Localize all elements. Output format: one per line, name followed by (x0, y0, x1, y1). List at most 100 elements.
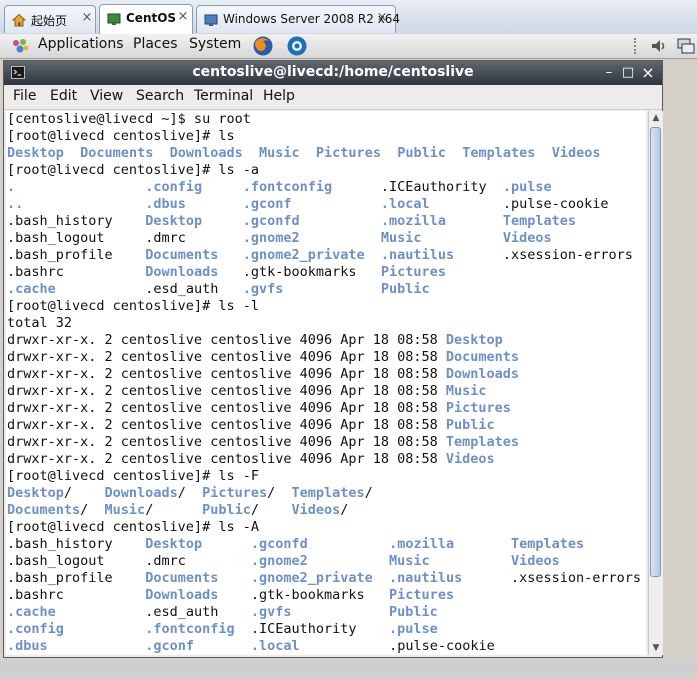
terminal-text: .bash_history (7, 536, 113, 552)
close-button[interactable]: × (639, 64, 657, 82)
terminal-text: .gtk-bookmarks (242, 264, 357, 280)
directory-entry: Pictures (315, 145, 381, 161)
minimize-button[interactable]: – (600, 64, 618, 82)
tab-label: Windows Server 2008 R2 x64 (223, 12, 401, 26)
directory-entry: .gnome2_private (242, 247, 365, 263)
network-icon[interactable] (676, 37, 696, 55)
scroll-up-arrow-icon[interactable]: ▲ (649, 111, 663, 125)
directory-entry: Pictures (202, 485, 268, 501)
terminal-text: / (63, 485, 105, 501)
system-menu[interactable]: System (189, 36, 241, 52)
tab-label: 起始页 (31, 14, 68, 28)
gnome-foot-icon (13, 39, 29, 53)
terminal-text: .bash_logout (7, 553, 105, 569)
tab-start-page[interactable]: 起始页 × (4, 5, 96, 33)
terminal-text: .ICEauthority (380, 179, 487, 195)
directory-entry: Public (389, 604, 438, 620)
directory-entry: Videos (291, 502, 341, 518)
terminal-text: drwxr-xr-x. 2 centoslive centoslive 4096… (7, 349, 446, 365)
terminal-text: .bash_logout (7, 230, 105, 246)
directory-entry: Pictures (389, 587, 455, 603)
vertical-scrollbar[interactable]: ▲ ▼ (648, 111, 663, 655)
menu-terminal[interactable]: Terminal (194, 88, 253, 104)
directory-entry: Public (202, 502, 251, 518)
terminal-line: total 32 (7, 315, 641, 332)
directory-entry: Public (445, 417, 495, 433)
window-titlebar[interactable]: centoslive@livecd:/home/centoslive – □ × (4, 61, 662, 85)
terminal-line: drwxr-xr-x. 2 centoslive centoslive 4096… (7, 332, 641, 349)
terminal-line: drwxr-xr-x. 2 centoslive centoslive 4096… (7, 417, 641, 434)
directory-entry: Documents (445, 349, 520, 365)
directory-entry: .local (380, 196, 430, 212)
firefox-icon[interactable] (252, 35, 274, 57)
terminal-text: .pulse-cookie (502, 196, 609, 212)
tab-windows-server[interactable]: Windows Server 2008 R2 x64 × (196, 5, 400, 33)
terminal-text: .esd_auth (145, 281, 219, 297)
directory-entry: Music (104, 502, 146, 518)
applications-menu[interactable]: Applications (38, 36, 124, 52)
menu-search[interactable]: Search (136, 88, 184, 104)
terminal-text: drwxr-xr-x. 2 centoslive centoslive 4096… (7, 417, 446, 433)
terminal-text: [root@livecd centoslive]# ls -A (7, 519, 259, 535)
places-menu[interactable]: Places (133, 36, 178, 52)
directory-entry: .dbus (7, 638, 48, 654)
directory-entry: Music (259, 145, 300, 161)
terminal-text: / (177, 485, 203, 501)
terminal-line: [root@livecd centoslive]# ls (7, 128, 641, 145)
terminal-line: .config .fontconfig .ICEauthority .pulse (7, 621, 641, 638)
tab-close-icon[interactable]: × (80, 11, 94, 25)
tab-centos[interactable]: CentOS × (99, 4, 193, 34)
tab-close-icon[interactable]: × (176, 10, 190, 24)
scroll-down-arrow-icon[interactable]: ▼ (649, 641, 663, 655)
maximize-button[interactable]: □ (619, 64, 637, 82)
menu-view[interactable]: View (90, 88, 123, 104)
directory-entry: .fontconfig (145, 621, 235, 637)
directory-entry: Videos (551, 145, 601, 161)
directory-entry: .nautilus (389, 570, 463, 586)
directory-entry: Desktop (445, 332, 503, 348)
terminal-line: drwxr-xr-x. 2 centoslive centoslive 4096… (7, 451, 641, 468)
menu-help[interactable]: Help (263, 88, 295, 104)
volume-icon[interactable] (650, 37, 668, 55)
directory-entry: Templates (291, 485, 365, 501)
directory-entry: Pictures (445, 400, 511, 416)
terminal-line: [centoslive@livecd ~]$ su root (7, 111, 641, 128)
menu-file[interactable]: File (13, 88, 36, 104)
terminal-line: .bashrc Downloads .gtk-bookmarks Picture… (7, 587, 641, 604)
mail-client-icon[interactable] (286, 35, 308, 57)
terminal-text: drwxr-xr-x. 2 centoslive centoslive 4096… (7, 400, 446, 416)
scroll-thumb[interactable] (650, 127, 661, 577)
tab-close-icon[interactable]: × (375, 11, 389, 25)
directory-entry: .dbus (145, 196, 186, 212)
directory-entry: Templates (445, 434, 520, 450)
directory-entry: .gnome2 (242, 230, 300, 246)
terminal-text: [root@livecd centoslive]# ls (7, 128, 235, 144)
terminal-text: .bash_profile (7, 570, 113, 586)
terminal-line: .. .dbus .gconf .local .pulse-cookie (7, 196, 641, 213)
terminal-output[interactable]: [centoslive@livecd ~]$ su root [root@live… (6, 111, 646, 655)
directory-entry: .gconf (242, 196, 292, 212)
directory-entry: Desktop (7, 485, 64, 501)
terminal-line: .cache .esd_auth .gvfs Public (7, 604, 641, 621)
terminal-line: [root@livecd centoslive]# ls -A (7, 519, 641, 536)
terminal-text: total 32 (7, 315, 73, 331)
directory-entry: .nautilus (380, 247, 455, 263)
menu-edit[interactable]: Edit (50, 88, 77, 104)
